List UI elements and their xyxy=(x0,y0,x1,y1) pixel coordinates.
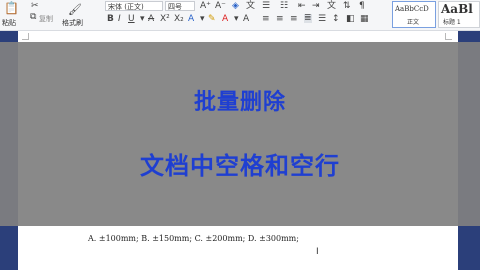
margin-corner-top-left xyxy=(22,33,29,40)
line-spacing-icon[interactable]: ↕ xyxy=(332,15,340,24)
increase-font-icon[interactable]: A⁺ xyxy=(200,2,211,11)
decrease-font-icon[interactable]: A⁻ xyxy=(215,2,226,11)
numbered-list-icon[interactable]: ☷ xyxy=(280,2,288,11)
font-family-value: 宋体 (正文) xyxy=(108,3,144,11)
text-effect-dropdown-icon[interactable]: ▾ xyxy=(200,15,205,24)
font-family-select[interactable]: 宋体 (正文) xyxy=(105,1,163,11)
paste-button[interactable]: 粘贴 xyxy=(2,18,16,28)
title-overlay: 批量删除 文档中空格和空行 xyxy=(0,42,480,226)
clear-format-icon[interactable]: ◈ xyxy=(232,2,239,11)
align-center-icon[interactable]: ≡ xyxy=(276,15,284,24)
subscript-icon[interactable]: X₂ xyxy=(174,15,184,24)
copy-icon[interactable]: ⧉ xyxy=(30,13,36,22)
bold-icon[interactable]: B xyxy=(107,15,114,24)
borders-icon[interactable]: ▦ xyxy=(360,15,369,24)
document-options-line: A. ±100mm; B. ±150mm; C. ±200mm; D. ±300… xyxy=(88,234,299,243)
strikethrough-icon[interactable]: A xyxy=(148,15,154,24)
paste-icon[interactable]: 📋 xyxy=(4,2,19,14)
show-marks-icon[interactable]: ¶ xyxy=(359,2,365,11)
style-heading-1[interactable]: AaBl 标题 1 xyxy=(438,1,480,28)
shading-icon[interactable]: ◧ xyxy=(346,15,355,24)
format-painter-button[interactable]: 格式刷 xyxy=(62,18,83,28)
overlay-title-line-2: 文档中空格和空行 xyxy=(140,152,340,180)
highlight-icon[interactable]: ✎ xyxy=(208,15,216,24)
style-heading-1-sample: AaBl xyxy=(441,2,473,16)
font-color-icon[interactable]: A xyxy=(222,15,228,24)
copy-button[interactable]: 复制 xyxy=(39,14,53,24)
font-size-value: 四号 xyxy=(168,3,182,11)
align-left-icon[interactable]: ≡ xyxy=(262,15,270,24)
chinese-layout-icon[interactable]: 文 xyxy=(327,2,336,11)
style-heading-1-label: 标题 1 xyxy=(443,19,461,26)
align-right-icon[interactable]: ≡ xyxy=(290,15,298,24)
font-size-select[interactable]: 四号 xyxy=(165,1,195,11)
underline-dropdown-icon[interactable]: ▾ xyxy=(140,15,145,24)
style-normal[interactable]: AaBbCcD 正文 xyxy=(392,1,436,28)
style-normal-sample: AaBbCcD xyxy=(395,5,429,13)
char-border-icon[interactable]: A xyxy=(243,15,249,24)
font-color-dropdown-icon[interactable]: ▾ xyxy=(234,15,239,24)
justify-icon[interactable]: ≣ xyxy=(304,14,312,23)
margin-corner-top-right xyxy=(445,33,452,40)
format-painter-icon[interactable]: 🖌 xyxy=(68,4,82,15)
text-cursor-icon: I xyxy=(316,247,319,257)
pinyin-icon[interactable]: 文 xyxy=(246,2,255,11)
bullet-list-icon[interactable]: ☰ xyxy=(262,2,270,11)
increase-indent-icon[interactable]: ⇥ xyxy=(312,2,320,11)
overlay-title-line-1: 批量删除 xyxy=(193,90,286,115)
sort-icon[interactable]: ⇅ xyxy=(343,2,351,11)
italic-icon[interactable]: I xyxy=(118,15,121,24)
superscript-icon[interactable]: X² xyxy=(160,15,170,24)
underline-icon[interactable]: U xyxy=(128,15,135,24)
scissors-icon[interactable]: ✂ xyxy=(31,2,39,11)
text-effect-icon[interactable]: A xyxy=(188,15,194,24)
distributed-icon[interactable]: ☰ xyxy=(318,15,326,24)
decrease-indent-icon[interactable]: ⇤ xyxy=(298,2,306,11)
style-normal-label: 正文 xyxy=(407,19,420,26)
ribbon-toolbar: ✂ 📋 粘贴 ⧉ 复制 🖌 格式刷 宋体 (正文) 四号 A⁺ A⁻ ◈ 文 B… xyxy=(0,0,480,31)
